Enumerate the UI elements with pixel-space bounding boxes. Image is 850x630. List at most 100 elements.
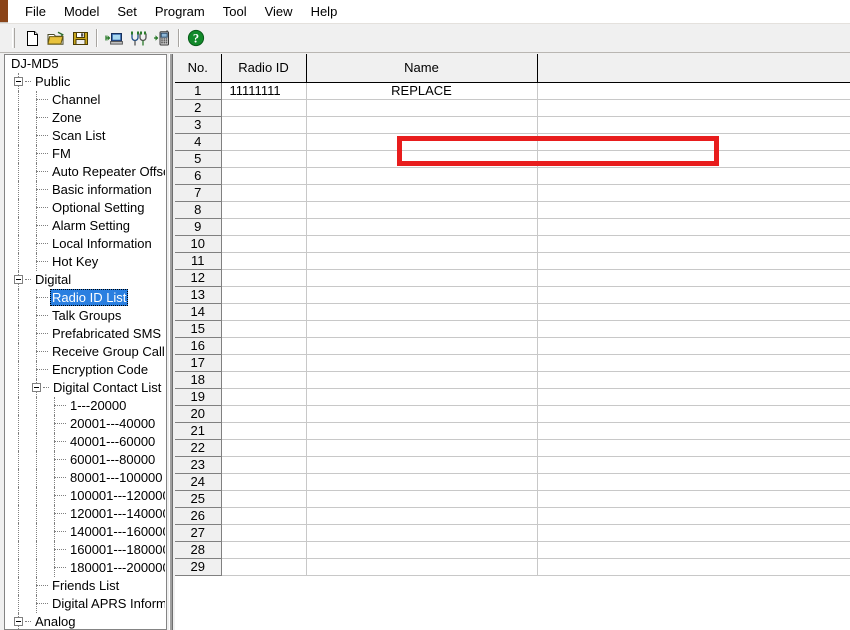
table-row[interactable]: 15	[175, 320, 850, 338]
name-cell[interactable]	[306, 473, 538, 491]
radio-id-cell[interactable]	[221, 116, 307, 134]
table-row[interactable]: 29	[175, 558, 850, 576]
tree-item-prefabricated-sms[interactable]: Prefabricated SMS	[5, 325, 165, 343]
radio-id-cell[interactable]	[221, 150, 307, 168]
panel-splitter[interactable]	[166, 54, 175, 630]
radio-id-cell[interactable]	[221, 507, 307, 525]
radio-id-cell[interactable]	[221, 490, 307, 508]
radio-id-cell[interactable]	[221, 558, 307, 576]
tree-item-basic-information[interactable]: Basic information	[5, 181, 165, 199]
name-cell[interactable]	[306, 167, 538, 185]
name-cell[interactable]	[306, 422, 538, 440]
table-row[interactable]: 13	[175, 286, 850, 304]
table-row[interactable]: 3	[175, 116, 850, 134]
save-floppy-icon[interactable]	[68, 26, 92, 50]
name-cell[interactable]	[306, 252, 538, 270]
tree-item-digital-aprs-information[interactable]: Digital APRS Information	[5, 595, 165, 613]
name-cell[interactable]	[306, 184, 538, 202]
tree-item-talk-groups[interactable]: Talk Groups	[5, 307, 165, 325]
tree-collapse-icon[interactable]	[14, 275, 23, 284]
table-row[interactable]: 4	[175, 133, 850, 151]
table-row[interactable]: 11	[175, 252, 850, 270]
tree-item-hot-key[interactable]: Hot Key	[5, 253, 165, 271]
tree-collapse-icon[interactable]	[14, 617, 23, 626]
radio-id-cell[interactable]	[221, 422, 307, 440]
tree-item-60001-80000[interactable]: 60001---80000	[5, 451, 165, 469]
name-cell[interactable]	[306, 354, 538, 372]
name-cell[interactable]	[306, 150, 538, 168]
row-number-cell[interactable]: 24	[175, 473, 222, 491]
name-cell[interactable]	[306, 507, 538, 525]
row-number-cell[interactable]: 13	[175, 286, 222, 304]
radio-id-cell[interactable]	[221, 99, 307, 117]
radio-id-cell[interactable]	[221, 252, 307, 270]
radio-id-cell[interactable]	[221, 456, 307, 474]
tree-item-digital-contact-list[interactable]: Digital Contact List	[5, 379, 165, 397]
name-cell[interactable]	[306, 388, 538, 406]
name-cell[interactable]	[306, 337, 538, 355]
name-cell[interactable]	[306, 99, 538, 117]
tree-item-radio-id-list[interactable]: Radio ID List	[5, 289, 165, 307]
name-cell[interactable]	[306, 286, 538, 304]
radio-id-cell[interactable]	[221, 235, 307, 253]
radio-id-cell[interactable]	[221, 371, 307, 389]
row-number-cell[interactable]: 8	[175, 201, 222, 219]
tree-item-dj-md5[interactable]: DJ-MD5	[5, 55, 165, 73]
tree-item-friends-list[interactable]: Friends List	[5, 577, 165, 595]
name-cell[interactable]	[306, 218, 538, 236]
radio-id-cell[interactable]	[221, 473, 307, 491]
row-number-cell[interactable]: 20	[175, 405, 222, 423]
help-question-icon[interactable]: ?	[184, 26, 208, 50]
table-row[interactable]: 19	[175, 388, 850, 406]
row-number-cell[interactable]: 2	[175, 99, 222, 117]
column-header-no[interactable]: No.	[175, 54, 222, 83]
row-number-cell[interactable]: 12	[175, 269, 222, 287]
tree-item-zone[interactable]: Zone	[5, 109, 165, 127]
row-number-cell[interactable]: 1	[175, 82, 222, 100]
tree-item-receive-group-call-list[interactable]: Receive Group Call List	[5, 343, 165, 361]
tree-item-140001-160000[interactable]: 140001---160000	[5, 523, 165, 541]
row-number-cell[interactable]: 21	[175, 422, 222, 440]
row-number-cell[interactable]: 3	[175, 116, 222, 134]
name-cell[interactable]	[306, 269, 538, 287]
tree-item-180001-200000[interactable]: 180001---200000	[5, 559, 165, 577]
row-number-cell[interactable]: 4	[175, 133, 222, 151]
table-row[interactable]: 6	[175, 167, 850, 185]
write-to-radio-icon[interactable]	[150, 26, 174, 50]
row-number-cell[interactable]: 9	[175, 218, 222, 236]
tree-collapse-icon[interactable]	[32, 383, 41, 392]
radio-id-cell[interactable]	[221, 439, 307, 457]
splitter-handle[interactable]	[169, 54, 173, 630]
radio-id-cell[interactable]: 11111111	[221, 82, 307, 100]
table-row[interactable]: 5	[175, 150, 850, 168]
table-row[interactable]: 20	[175, 405, 850, 423]
menu-file[interactable]: File	[16, 2, 55, 22]
row-number-cell[interactable]: 25	[175, 490, 222, 508]
tree-item-80001-100000[interactable]: 80001---100000	[5, 469, 165, 487]
name-cell[interactable]	[306, 541, 538, 559]
row-number-cell[interactable]: 18	[175, 371, 222, 389]
name-cell[interactable]	[306, 133, 538, 151]
table-row[interactable]: 9	[175, 218, 850, 236]
tree-item-100001-120000[interactable]: 100001---120000	[5, 487, 165, 505]
row-number-cell[interactable]: 5	[175, 150, 222, 168]
tree-item-alarm-setting[interactable]: Alarm Setting	[5, 217, 165, 235]
name-cell[interactable]	[306, 235, 538, 253]
row-number-cell[interactable]: 14	[175, 303, 222, 321]
tree-item-40001-60000[interactable]: 40001---60000	[5, 433, 165, 451]
radio-id-cell[interactable]	[221, 201, 307, 219]
row-number-cell[interactable]: 15	[175, 320, 222, 338]
row-number-cell[interactable]: 17	[175, 354, 222, 372]
name-cell[interactable]	[306, 320, 538, 338]
name-cell[interactable]	[306, 558, 538, 576]
radio-id-cell[interactable]	[221, 337, 307, 355]
connection-settings-icon[interactable]	[126, 26, 150, 50]
row-number-cell[interactable]: 6	[175, 167, 222, 185]
table-row[interactable]: 2	[175, 99, 850, 117]
name-cell[interactable]	[306, 490, 538, 508]
tree-item-analog[interactable]: Analog	[5, 613, 165, 629]
table-row[interactable]: 22	[175, 439, 850, 457]
table-row[interactable]: 10	[175, 235, 850, 253]
name-cell[interactable]	[306, 303, 538, 321]
table-row[interactable]: 25	[175, 490, 850, 508]
